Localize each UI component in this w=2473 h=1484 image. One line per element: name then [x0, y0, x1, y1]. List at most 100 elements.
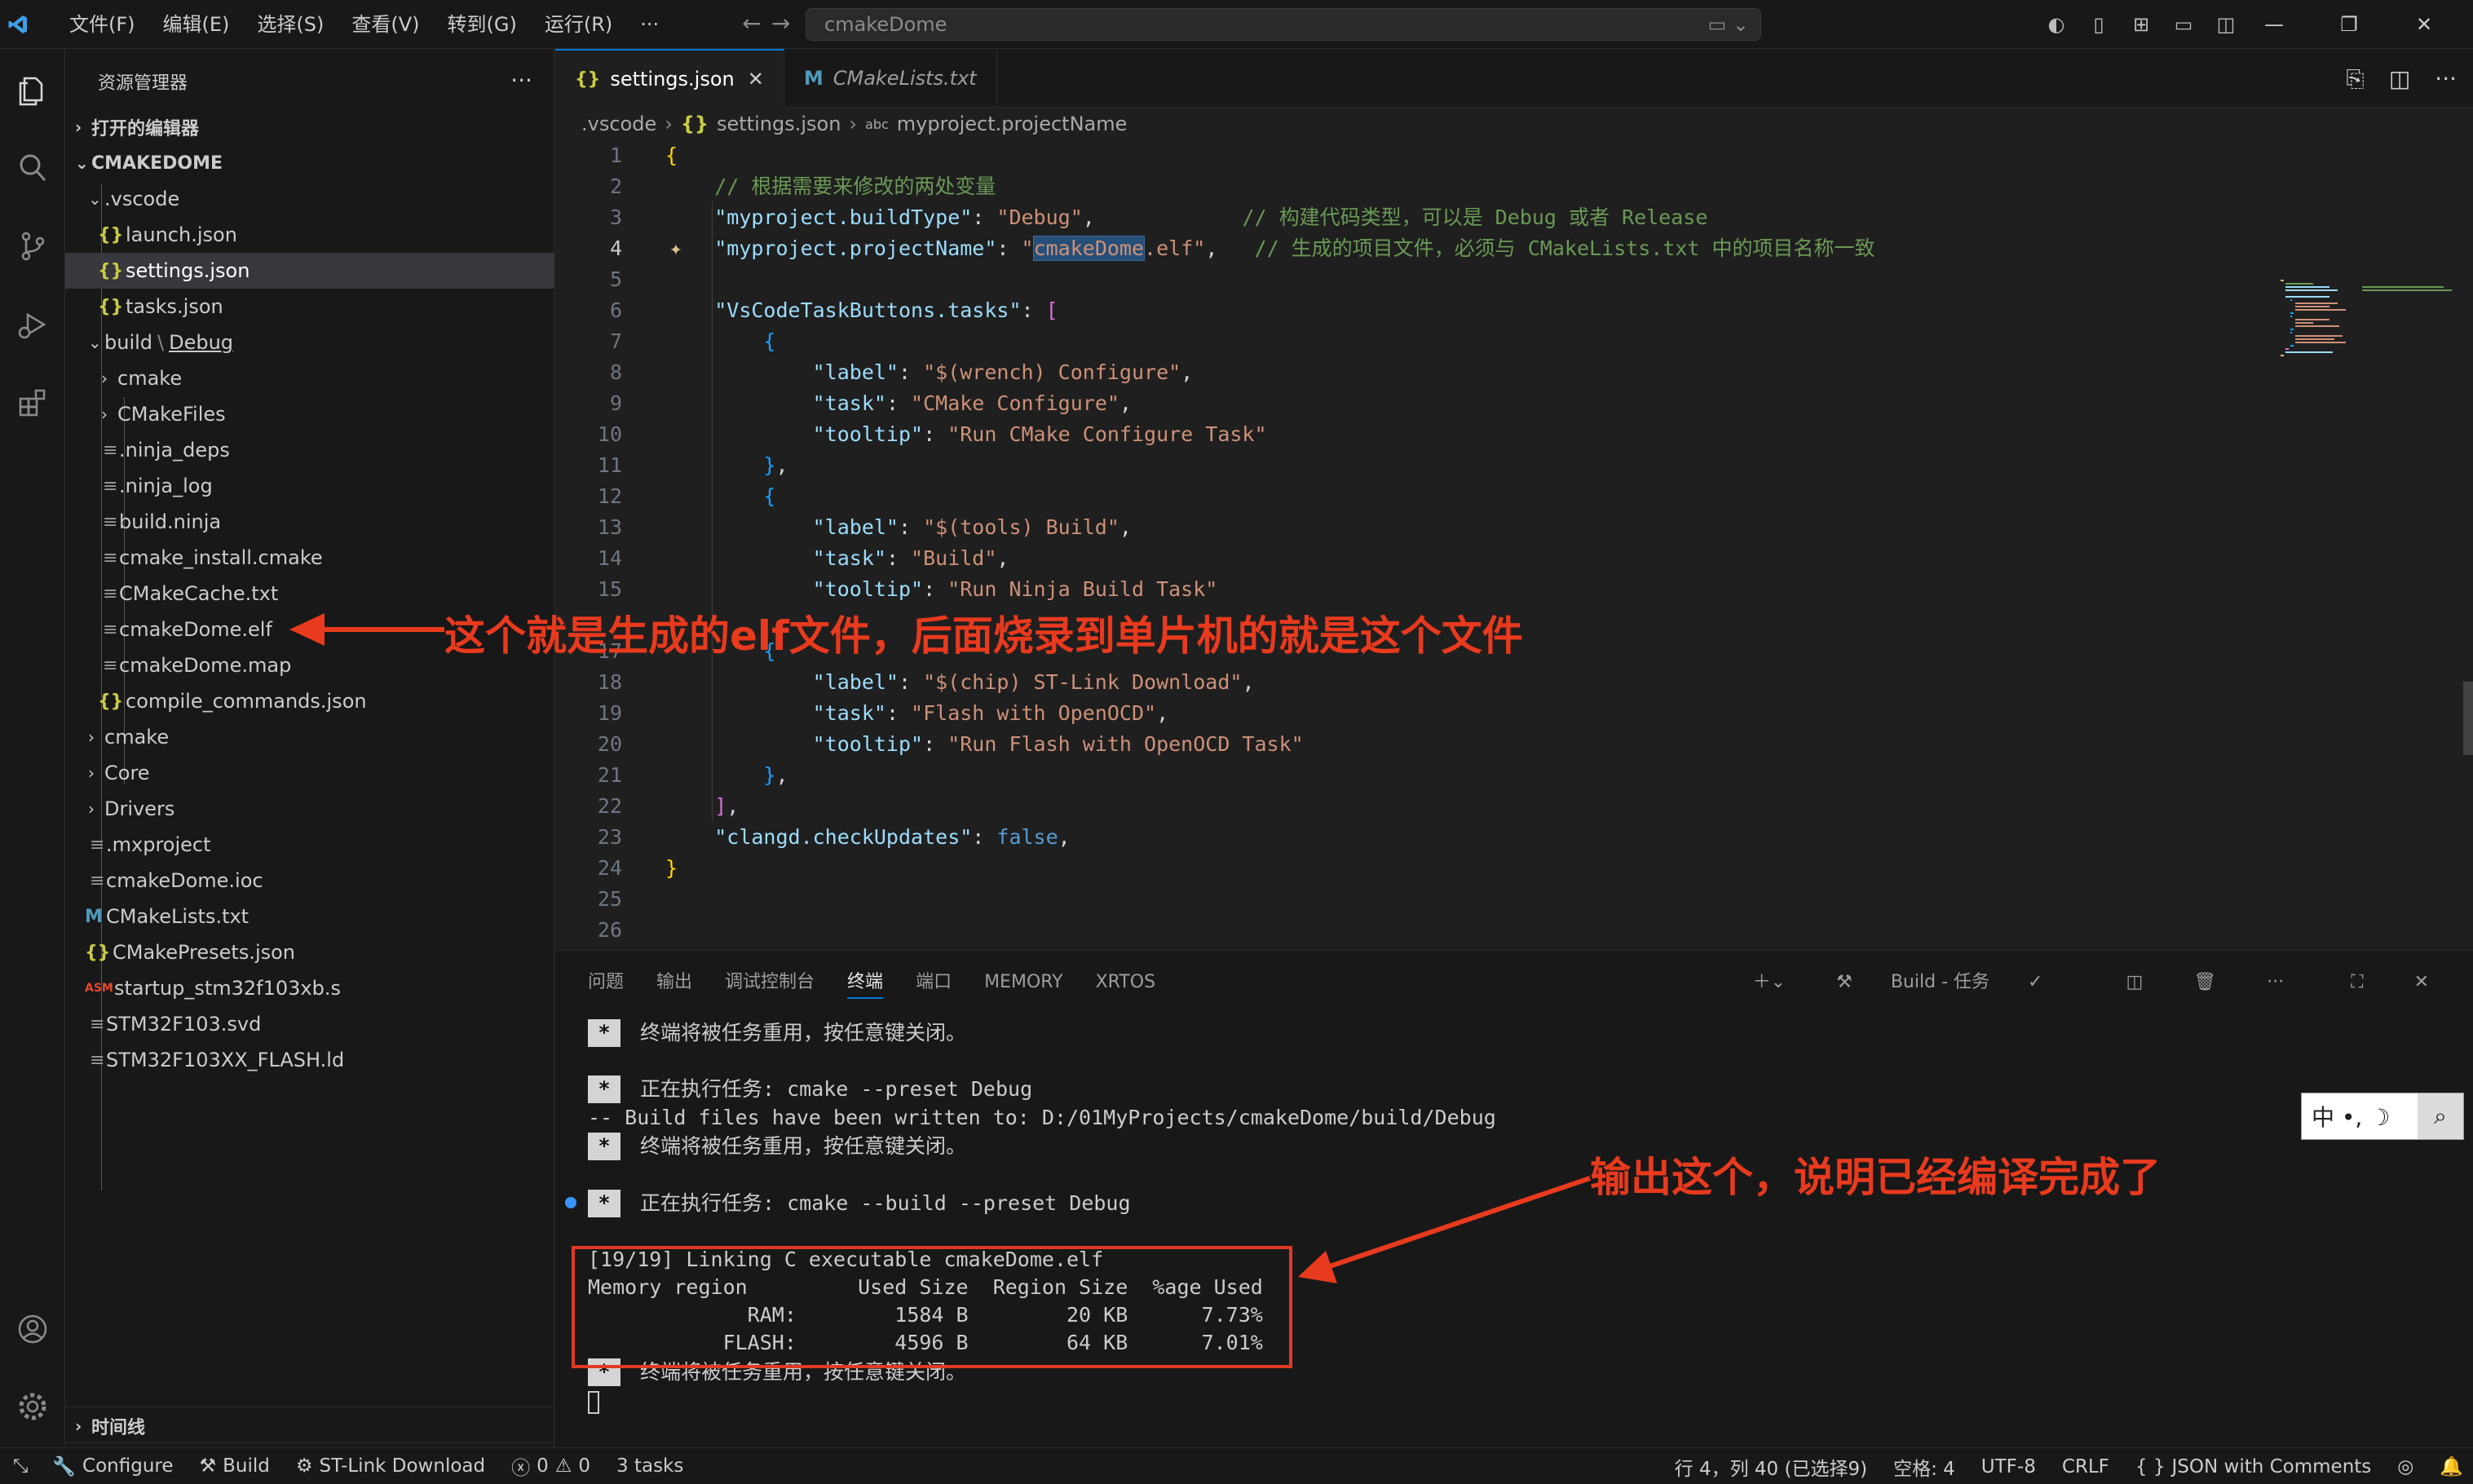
open-changes-icon[interactable]: ⎘: [2346, 65, 2364, 93]
status-stlink-download[interactable]: ⚙ ST-Link Download: [296, 1455, 485, 1477]
close-tab-icon[interactable]: ✕: [748, 68, 764, 91]
tree-item-vscode[interactable]: ⌄ .vscode: [65, 181, 554, 217]
settings-gear-icon[interactable]: [0, 1374, 65, 1439]
search-icon[interactable]: [0, 135, 65, 201]
notifications-bell-icon[interactable]: 🔔: [2440, 1455, 2463, 1477]
status-tasks[interactable]: 3 tasks: [616, 1455, 683, 1477]
toggle-secondary-sidebar-icon[interactable]: ◫: [2205, 13, 2247, 36]
task-terminal-selector[interactable]: ⚒ Build - 任务 ✓: [1836, 951, 2075, 1014]
more-actions-icon[interactable]: ···: [2435, 65, 2457, 93]
account-icon[interactable]: [0, 1296, 65, 1362]
sparkle-icon[interactable]: ✦: [669, 236, 682, 261]
tree-item-ninja-deps[interactable]: ≡ .ninja_deps: [65, 432, 554, 468]
source-control-icon[interactable]: [0, 214, 65, 279]
panel-more-icon[interactable]: ···: [2267, 951, 2284, 1014]
project-section[interactable]: ⌄ CMAKEDOME: [65, 145, 554, 181]
asterisk-badge: *: [588, 1133, 620, 1160]
tree-item-flash-ld[interactable]: ≡ STM32F103XX_FLASH.ld: [65, 1042, 554, 1078]
tab-problems[interactable]: 问题: [588, 951, 624, 1014]
restore-icon[interactable]: ❐: [2325, 13, 2374, 36]
check-icon: ✓: [2028, 972, 2043, 992]
minimap[interactable]: [2281, 279, 2452, 377]
text-file-icon: ≡: [103, 511, 118, 532]
tree-item-compile-commands[interactable]: {} compile_commands.json: [65, 683, 554, 719]
chevron-right-icon: ›: [849, 113, 858, 135]
tree-item-drivers[interactable]: › Drivers: [65, 791, 554, 827]
tree-item-cmakedome-ioc[interactable]: ≡ cmakeDome.ioc: [65, 863, 554, 899]
tree-item-mxproject[interactable]: ≡ .mxproject: [65, 827, 554, 863]
status-problems[interactable]: ⓧ 0 ⚠ 0: [511, 1452, 590, 1480]
ime-toolbar[interactable]: 中 •, ☽ ⌕: [2301, 1093, 2464, 1140]
menu-file[interactable]: 文件(F): [55, 0, 149, 49]
copilot-status-icon[interactable]: ◎: [2397, 1456, 2413, 1477]
new-terminal-icon[interactable]: ＋⌄: [1753, 951, 1786, 1014]
split-editor-icon[interactable]: ◫: [2389, 65, 2410, 93]
breadcrumb-file[interactable]: settings.json: [717, 113, 841, 135]
customize-layout-icon[interactable]: ⊞: [2120, 13, 2162, 36]
menu-view[interactable]: 查看(V): [338, 0, 433, 49]
tree-item-svd[interactable]: ≡ STM32F103.svd: [65, 1006, 554, 1042]
copilot-chat-icon[interactable]: ▭ ⌄: [1708, 13, 1749, 36]
maximize-panel-icon[interactable]: ⛶: [2351, 951, 2363, 1014]
menu-go[interactable]: 转到(G): [434, 0, 531, 49]
menu-selection[interactable]: 选择(S): [243, 0, 338, 49]
tree-item-build-ninja[interactable]: ≡ build.ninja: [65, 504, 554, 540]
status-indentation[interactable]: 空格: 4: [1893, 1453, 1955, 1481]
tab-ports[interactable]: 端口: [916, 951, 952, 1014]
forward-arrow-icon[interactable]: →: [771, 10, 790, 37]
tab-debug-console[interactable]: 调试控制台: [725, 951, 815, 1014]
copilot-icon[interactable]: ◐: [2035, 13, 2078, 36]
tree-item-core[interactable]: › Core: [65, 755, 554, 791]
scrollbar-thumb[interactable]: [2463, 682, 2473, 755]
tab-terminal[interactable]: 终端: [847, 966, 884, 999]
breadcrumb-folder[interactable]: .vscode: [581, 113, 656, 135]
timeline-section[interactable]: › 时间线: [65, 1408, 554, 1444]
tree-item-startup-s[interactable]: ASM startup_stm32f103xb.s: [65, 970, 554, 1006]
close-window-icon[interactable]: ✕: [2400, 13, 2449, 36]
terminal-output[interactable]: * 终端将被任务重用，按任意键关闭。 * 正在执行任务: cmake --prese…: [555, 1014, 2473, 1448]
code-editor[interactable]: 1 2 3 4 5 6 7 8 9 10 11 12 13 14 15 17 18 19 20 21 22 23 24 25 2…: [555, 140, 2473, 950]
toggle-panel-icon[interactable]: ▭: [2162, 13, 2205, 36]
tree-item-cmakepresets[interactable]: {} CMakePresets.json: [65, 934, 554, 970]
open-editors-section[interactable]: › 打开的编辑器: [65, 109, 554, 145]
tree-item-cmake-build[interactable]: › cmake: [65, 360, 554, 396]
menu-run[interactable]: 运行(R): [531, 0, 626, 49]
tree-item-tasks-json[interactable]: {} tasks.json: [65, 289, 554, 325]
status-build[interactable]: ⚒ Build: [200, 1455, 270, 1477]
extensions-icon[interactable]: [0, 370, 65, 435]
tree-item-build-debug[interactable]: ⌄ build \ Debug: [65, 325, 554, 360]
status-label: JSON with Comments: [2171, 1455, 2372, 1477]
explorer-icon[interactable]: [0, 57, 65, 122]
toggle-sidebar-icon[interactable]: ▯: [2078, 13, 2120, 36]
tree-item-cmakefiles[interactable]: › CMakeFiles: [65, 396, 554, 432]
tab-settings-json[interactable]: {} settings.json ✕: [555, 49, 784, 108]
breadcrumb-symbol[interactable]: myproject.projectName: [897, 113, 1128, 135]
status-cursor-position[interactable]: 行 4，列 40 (已选择9): [1675, 1453, 1867, 1481]
tab-cmakelists[interactable]: M CMakeLists.txt: [784, 49, 997, 108]
minimize-icon[interactable]: —: [2250, 13, 2299, 36]
run-debug-icon[interactable]: [0, 292, 65, 357]
tree-item-ninja-log[interactable]: ≡ .ninja_log: [65, 468, 554, 504]
menu-more[interactable]: ···: [626, 0, 673, 49]
back-arrow-icon[interactable]: ←: [742, 10, 761, 37]
status-encoding[interactable]: UTF-8: [1981, 1456, 2036, 1477]
tree-item-cmakelists[interactable]: M CMakeLists.txt: [65, 899, 554, 934]
menu-edit[interactable]: 编辑(E): [149, 0, 244, 49]
status-eol[interactable]: CRLF: [2062, 1456, 2109, 1477]
tab-memory[interactable]: MEMORY: [984, 951, 1063, 1014]
remote-icon[interactable]: ⤡: [13, 1455, 28, 1477]
command-center-search[interactable]: cmakeDome ▭ ⌄: [806, 8, 1761, 41]
tree-item-launch-json[interactable]: {} launch.json: [65, 217, 554, 253]
tab-output[interactable]: 输出: [656, 951, 692, 1014]
split-terminal-icon[interactable]: ◫: [2126, 951, 2143, 1014]
tab-xrtos[interactable]: XRTOS: [1096, 951, 1155, 1014]
close-panel-icon[interactable]: ✕: [2414, 951, 2429, 1014]
explorer-more-icon[interactable]: ···: [510, 67, 532, 94]
search-icon[interactable]: ⌕: [2418, 1093, 2463, 1139]
status-configure[interactable]: 🔧 Configure: [52, 1455, 173, 1477]
tree-item-cmake-install[interactable]: ≡ cmake_install.cmake: [65, 540, 554, 576]
trash-icon[interactable]: 🗑: [2193, 951, 2216, 1014]
tree-item-settings-json[interactable]: {} settings.json: [65, 253, 554, 289]
tree-item-cmake[interactable]: › cmake: [65, 719, 554, 755]
status-language[interactable]: { } JSON with Comments: [2135, 1456, 2371, 1477]
